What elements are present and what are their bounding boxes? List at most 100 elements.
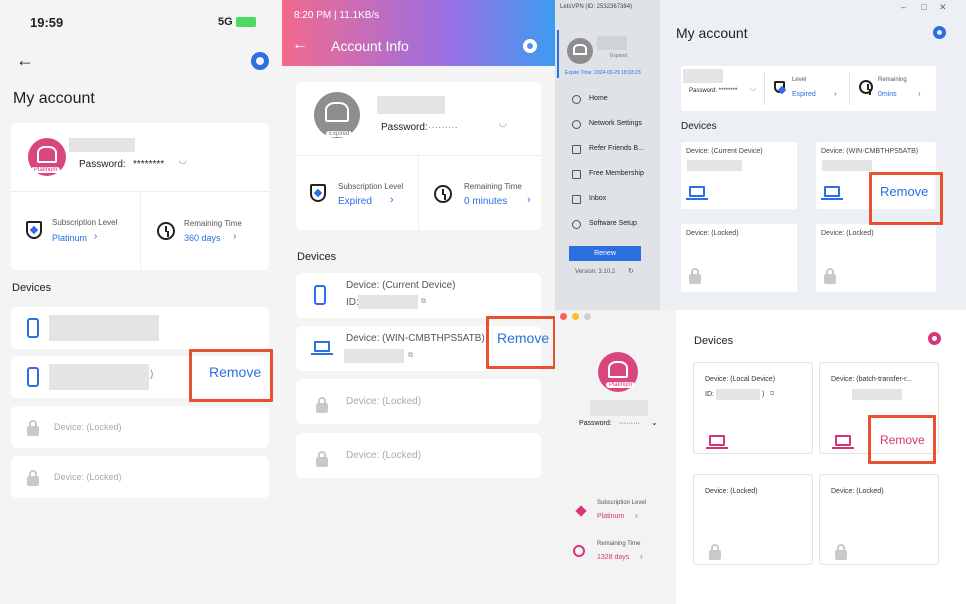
subscription-label: Subscription Level (338, 182, 404, 191)
close-icon[interactable]: ✕ (939, 2, 947, 13)
account-card: Password: ******** ◡ Level Expired › Rem… (681, 66, 936, 111)
chevron-down-icon[interactable]: ◡ (499, 118, 507, 129)
battery-icon (236, 17, 256, 27)
chevron-down-icon[interactable]: ◡ (750, 84, 756, 92)
divider-vertical (764, 72, 765, 105)
version-text: Version: 3.10.2 (575, 269, 616, 275)
remaining-value[interactable]: 1328 days (597, 554, 629, 561)
chevron-right-icon: › (918, 89, 921, 98)
back-arrow-icon[interactable]: ← (292, 36, 308, 54)
copy-icon[interactable]: ⧉ (770, 391, 774, 398)
gear-icon[interactable] (523, 39, 537, 53)
device-row-locked: Device: (Locked) (296, 433, 541, 478)
status-time: 8:20 PM | 11.1KB/s (294, 10, 380, 21)
nav-software-setup[interactable]: Software Setup (589, 220, 637, 227)
copy-icon[interactable]: ⧉ (421, 298, 426, 306)
password-value: ******** (133, 159, 165, 170)
nav-inbox[interactable]: Inbox (589, 195, 606, 202)
renew-button[interactable]: Renew (569, 246, 641, 261)
gear-icon[interactable] (928, 332, 941, 345)
device-card: Device: (Current Device) (681, 142, 797, 209)
refresh-icon[interactable]: ↻ (628, 267, 634, 275)
lock-icon (709, 544, 721, 560)
clock-icon (573, 545, 585, 557)
divider-vertical (849, 72, 850, 105)
lock-icon (316, 397, 328, 413)
password-label: Password: (381, 122, 428, 133)
avatar-badge: Platinum (31, 167, 61, 173)
devices-title: Devices (681, 121, 717, 132)
close-dot[interactable] (560, 313, 567, 320)
level-value[interactable]: Expired (792, 91, 816, 98)
panel-macos: Platinum Password: ········· ⌄ Subscript… (555, 310, 966, 604)
copy-icon[interactable]: ⧉ (408, 352, 413, 360)
back-arrow-icon[interactable]: ← (16, 50, 34, 71)
username-blurred (590, 400, 648, 416)
renew-label: Renew (594, 250, 616, 257)
avatar-badge: Platinum (606, 382, 636, 388)
status-time: 19:59 (30, 15, 64, 30)
lock-icon (27, 420, 39, 436)
phone-icon (27, 367, 39, 387)
minimize-dot[interactable] (572, 313, 579, 320)
laptop-icon (686, 186, 708, 200)
device-locked-label: Device: (Locked) (54, 472, 122, 482)
chevron-right-icon: › (640, 552, 643, 561)
nav-free-membership[interactable]: Free Membership (589, 170, 644, 177)
gear-icon[interactable] (933, 26, 946, 39)
device-locked-label: Device: (Locked) (705, 488, 758, 495)
chevron-right-icon: › (233, 231, 237, 242)
remaining-value[interactable]: 360 days (184, 233, 221, 243)
device-id-blurred (716, 389, 760, 400)
subscription-value[interactable]: Expired (338, 196, 372, 207)
status-signal: 5G (218, 16, 233, 28)
chevron-down-icon[interactable]: ◡ (179, 155, 187, 166)
device-id-blurred (852, 389, 902, 400)
subscription-value[interactable]: Platinum (52, 233, 87, 243)
divider-vertical (140, 191, 141, 270)
device-row: Device: (Current Device) ID: ⧉ (296, 273, 541, 318)
inbox-icon (572, 195, 581, 204)
minimize-icon[interactable]: – (901, 2, 906, 12)
avatar (567, 38, 593, 64)
shield-icon (310, 184, 326, 202)
device-name: Device: (Current Device) (686, 148, 763, 155)
nav-home[interactable]: Home (589, 95, 608, 102)
expire-time: Expire Time: 2024-03-29 18:03:23 (565, 70, 641, 76)
device-id-blurred (358, 295, 418, 309)
lock-icon (316, 451, 328, 467)
device-name-blurred (49, 364, 149, 390)
password-label: Password: (579, 420, 612, 427)
lock-icon (689, 268, 701, 284)
device-card-locked: Device: (Locked) (693, 474, 813, 565)
panel-windows: LetsVPN (ID: 2532367384) – □ ✕ Expired E… (555, 0, 966, 310)
username-blurred (69, 138, 135, 152)
device-card: Device: (Local Device) ID: ) ⧉ (693, 362, 813, 454)
subscription-label: Subscription Level (597, 500, 647, 506)
laptop-icon (832, 435, 854, 449)
zoom-dot[interactable] (584, 313, 591, 320)
phone-icon (314, 285, 326, 305)
maximize-icon[interactable]: □ (921, 2, 926, 12)
device-row-locked: Device: (Locked) (296, 379, 541, 424)
nav-network-settings[interactable]: Network Settings (589, 120, 642, 127)
device-locked-label: Device: (Locked) (831, 488, 884, 495)
username-blurred (683, 69, 723, 83)
chevron-down-icon[interactable]: ⌄ (651, 418, 658, 427)
password-label: Password: ******** (689, 88, 738, 94)
remaining-label: Remaining Time (464, 182, 522, 191)
page-title: My account (676, 25, 748, 41)
remaining-value[interactable]: 0 minutes (464, 196, 507, 207)
nav-refer-friends[interactable]: Refer Friends B... (589, 145, 644, 152)
divider-vertical (418, 155, 419, 230)
device-row-locked: Device: (Locked) (11, 456, 269, 498)
clock-icon (157, 222, 175, 240)
username-blurred (597, 36, 627, 50)
gear-icon[interactable] (251, 52, 269, 70)
device-locked-label: Device: (Locked) (54, 422, 122, 432)
home-icon (572, 95, 581, 104)
subscription-value[interactable]: Platinum (597, 513, 624, 520)
panel-ios: 19:59 5G ← My account Platinum Password:… (0, 0, 282, 604)
shield-icon (26, 221, 42, 239)
remaining-value[interactable]: 0mins (878, 91, 897, 98)
